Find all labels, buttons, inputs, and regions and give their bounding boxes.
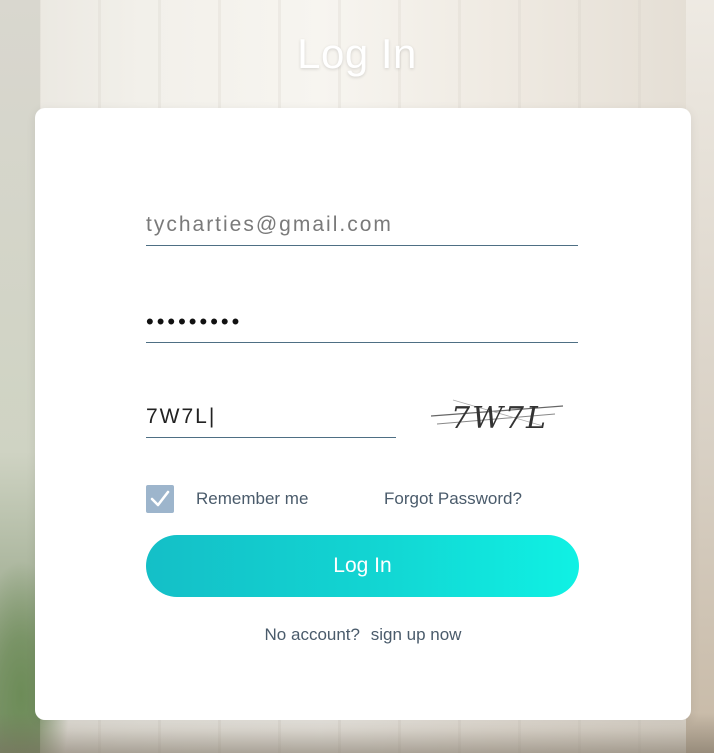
- login-card: 7W7L Remember me Forgot Password? Log In…: [35, 108, 691, 720]
- signup-link[interactable]: sign up now: [371, 625, 462, 644]
- email-field[interactable]: [146, 205, 578, 246]
- captcha-graphic: 7W7L: [430, 399, 564, 436]
- captcha-image[interactable]: 7W7L: [423, 388, 573, 438]
- remember-me-toggle[interactable]: Remember me: [146, 484, 308, 514]
- remember-checkbox[interactable]: [146, 485, 174, 513]
- login-button[interactable]: Log In: [146, 535, 579, 597]
- page-title: Log In: [297, 30, 417, 77]
- password-field[interactable]: [146, 302, 578, 343]
- captcha-text: 7W7L: [451, 401, 548, 436]
- signup-row: No account? sign up now: [35, 625, 691, 645]
- checkmark-icon: [150, 490, 170, 507]
- remember-me-label: Remember me: [196, 489, 309, 508]
- captcha-input[interactable]: [146, 397, 396, 438]
- forgot-password-link[interactable]: Forgot Password?: [384, 489, 522, 509]
- no-account-text: No account?: [264, 625, 360, 644]
